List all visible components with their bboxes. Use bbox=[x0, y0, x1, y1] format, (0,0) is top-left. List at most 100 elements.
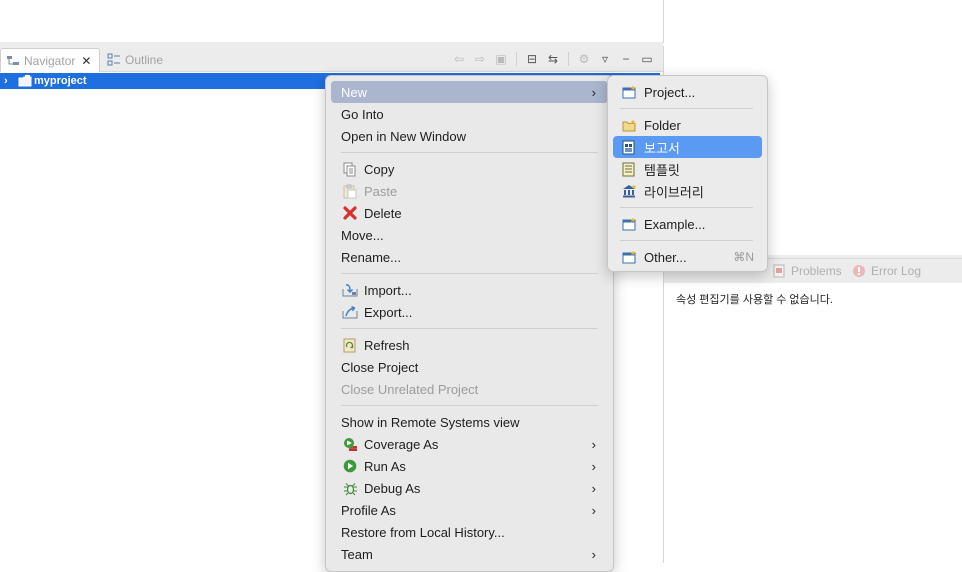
menu-item-label: Rename... bbox=[341, 249, 401, 265]
submenu-item-label: Folder bbox=[644, 117, 681, 133]
menu-item-team[interactable]: Team › bbox=[331, 543, 608, 565]
shortcut-label: ⌘N bbox=[733, 250, 754, 264]
tab-problems[interactable]: Problems bbox=[772, 264, 842, 278]
outline-icon bbox=[106, 52, 122, 68]
properties-message: 속성 편집기를 사용할 수 없습니다. bbox=[676, 294, 833, 306]
chevron-right-icon: › bbox=[591, 84, 596, 100]
menu-item-label: Close Unrelated Project bbox=[341, 381, 479, 397]
menu-item-debug-as[interactable]: Debug As › bbox=[331, 477, 608, 499]
menu-separator bbox=[341, 273, 598, 274]
library-icon bbox=[621, 183, 637, 199]
menu-item-label: Debug As bbox=[364, 480, 421, 496]
menu-item-move[interactable]: Move... bbox=[331, 224, 608, 246]
menu-separator bbox=[620, 108, 753, 109]
forward-icon[interactable]: ⇨ bbox=[472, 51, 488, 67]
coverage-icon bbox=[342, 436, 358, 452]
menu-item-rename[interactable]: Rename... bbox=[331, 246, 608, 268]
menu-item-paste[interactable]: Paste bbox=[331, 180, 608, 202]
menu-item-restore-local-history[interactable]: Restore from Local History... bbox=[331, 521, 608, 543]
properties-view: Problems Error Log 속성 편집기를 사용할 수 없습니다. bbox=[664, 258, 962, 564]
copy-icon bbox=[342, 161, 358, 177]
problems-icon bbox=[772, 264, 786, 278]
submenu-item-project[interactable]: Project... bbox=[613, 81, 762, 103]
context-menu: New › Go Into Open in New Window Copy Pa… bbox=[325, 75, 614, 572]
chevron-right-icon: › bbox=[591, 502, 596, 518]
toolbar-separator bbox=[516, 52, 517, 66]
menu-item-profile-as[interactable]: Profile As › bbox=[331, 499, 608, 521]
menu-separator bbox=[341, 328, 598, 329]
menu-item-new[interactable]: New › bbox=[331, 81, 608, 103]
menu-item-label: Profile As bbox=[341, 502, 396, 518]
menu-item-export[interactable]: Export... bbox=[331, 301, 608, 323]
menu-separator bbox=[341, 152, 598, 153]
menu-item-copy[interactable]: Copy bbox=[331, 158, 608, 180]
submenu-item-library[interactable]: 라이브러리 bbox=[613, 180, 762, 202]
menu-item-delete[interactable]: Delete bbox=[331, 202, 608, 224]
menu-item-label: Team bbox=[341, 546, 373, 562]
menu-item-import[interactable]: Import... bbox=[331, 279, 608, 301]
report-icon bbox=[621, 139, 637, 155]
folder-icon bbox=[621, 117, 637, 133]
menu-item-label: Paste bbox=[364, 183, 398, 199]
link-editor-icon[interactable]: ⇆ bbox=[545, 51, 561, 67]
expand-arrow-icon[interactable]: › bbox=[4, 75, 18, 87]
tab-error-log-label: Error Log bbox=[871, 264, 922, 278]
menu-item-label: Import... bbox=[364, 282, 412, 298]
new-submenu: Project... Folder 보고서 템플릿 라이브러리 Example.… bbox=[607, 75, 768, 272]
import-icon bbox=[342, 282, 358, 298]
menu-item-label: Show in Remote Systems view bbox=[341, 414, 520, 430]
template-icon bbox=[621, 161, 637, 177]
view-menu-icon[interactable]: ▿ bbox=[597, 51, 613, 67]
maximize-icon[interactable]: ▭ bbox=[639, 51, 655, 67]
export-icon bbox=[342, 304, 358, 320]
menu-item-coverage-as[interactable]: Coverage As › bbox=[331, 433, 608, 455]
close-icon[interactable]: ✕ bbox=[81, 54, 91, 68]
tab-outline-label: Outline bbox=[125, 52, 164, 67]
tab-outline[interactable]: Outline bbox=[102, 48, 163, 71]
submenu-item-example[interactable]: Example... bbox=[613, 213, 762, 235]
debug-icon bbox=[342, 480, 358, 496]
filter-icon[interactable]: ⚙ bbox=[576, 51, 592, 67]
back-icon[interactable]: ⇦ bbox=[451, 51, 467, 67]
submenu-item-label: Other... bbox=[644, 249, 687, 265]
menu-item-label: New bbox=[341, 84, 368, 100]
menu-item-open-in-new-window[interactable]: Open in New Window bbox=[331, 125, 608, 147]
collapse-all-icon[interactable]: ⊟ bbox=[524, 51, 540, 67]
new-project-icon bbox=[621, 84, 637, 100]
menu-item-close-unrelated-project[interactable]: Close Unrelated Project bbox=[331, 378, 608, 400]
chevron-right-icon: › bbox=[591, 480, 596, 496]
menu-item-go-into[interactable]: Go Into bbox=[331, 103, 608, 125]
delete-icon bbox=[342, 205, 358, 221]
run-icon bbox=[342, 458, 358, 474]
tab-navigator[interactable]: Navigator ✕ bbox=[0, 48, 100, 72]
menu-item-run-as[interactable]: Run As › bbox=[331, 455, 608, 477]
menu-item-label: Coverage As bbox=[364, 436, 439, 452]
submenu-item-label: 라이브러리 bbox=[644, 184, 704, 200]
menu-item-show-in-remote-systems[interactable]: Show in Remote Systems view bbox=[331, 411, 608, 433]
example-icon bbox=[621, 216, 637, 232]
up-icon[interactable]: ▣ bbox=[493, 51, 509, 67]
menu-item-label: Delete bbox=[364, 205, 402, 221]
submenu-item-report[interactable]: 보고서 bbox=[613, 136, 762, 158]
menu-separator bbox=[620, 207, 753, 208]
menu-item-refresh[interactable]: Refresh bbox=[331, 334, 608, 356]
submenu-item-label: 템플릿 bbox=[644, 162, 680, 178]
tab-navigator-label: Navigator bbox=[24, 53, 76, 68]
tab-error-log[interactable]: Error Log bbox=[852, 264, 921, 278]
menu-item-label: Go Into bbox=[341, 106, 384, 122]
refresh-icon bbox=[342, 337, 358, 353]
menu-item-label: Open in New Window bbox=[341, 128, 466, 144]
submenu-item-other[interactable]: Other... ⌘N bbox=[613, 246, 762, 268]
menu-item-label: Move... bbox=[341, 227, 384, 243]
paste-icon bbox=[342, 183, 358, 199]
minimize-icon[interactable]: − bbox=[618, 51, 634, 67]
menu-item-close-project[interactable]: Close Project bbox=[331, 356, 608, 378]
menu-item-label: Restore from Local History... bbox=[341, 524, 505, 540]
submenu-item-label: Project... bbox=[644, 84, 696, 100]
submenu-item-template[interactable]: 템플릿 bbox=[613, 158, 762, 180]
project-icon bbox=[18, 75, 32, 87]
chevron-right-icon: › bbox=[591, 458, 596, 474]
submenu-item-folder[interactable]: Folder bbox=[613, 114, 762, 136]
menu-item-label: Export... bbox=[364, 304, 413, 320]
tree-item-label: myproject bbox=[34, 75, 87, 87]
